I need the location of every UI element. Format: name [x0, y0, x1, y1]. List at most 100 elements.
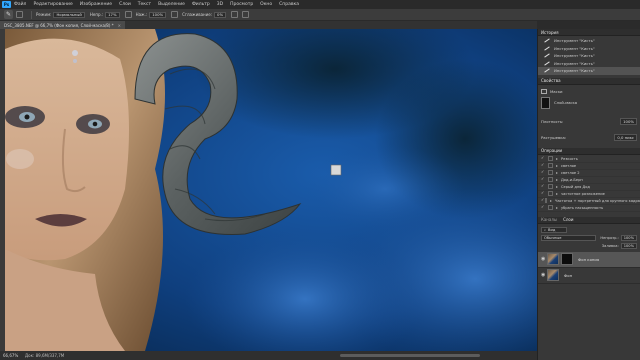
action-item[interactable]: Серый для Дод — [538, 183, 640, 191]
check-icon[interactable] — [541, 183, 545, 189]
check-icon[interactable] — [541, 169, 545, 175]
density-label: Плотность: — [541, 119, 564, 124]
tab-history[interactable]: История — [541, 30, 559, 35]
action-label: светлое — [561, 163, 577, 168]
menu-3d[interactable]: 3D — [217, 2, 223, 7]
expand-arrow-icon[interactable] — [556, 206, 558, 209]
tab-actions[interactable]: Операции — [541, 148, 562, 153]
status-bar: 66,67% Док: 89,6M/337,7M — [0, 351, 537, 360]
fill-label: Заливка: — [601, 243, 619, 248]
check-icon[interactable] — [541, 176, 545, 182]
document-canvas[interactable] — [5, 29, 537, 351]
expand-arrow-icon[interactable] — [549, 199, 552, 202]
layer-row[interactable]: ◉ Фон — [538, 268, 640, 284]
menu-select[interactable]: Выделение — [158, 2, 185, 7]
expand-arrow-icon[interactable] — [556, 157, 558, 160]
history-item[interactable]: Инструмент "Кисть" — [538, 45, 640, 53]
symmetry-icon[interactable] — [242, 11, 250, 18]
menu-help[interactable]: Справка — [279, 2, 299, 7]
blend-mode-select[interactable]: Обычные — [541, 234, 597, 241]
history-item-label: Инструмент "Кисть" — [554, 38, 595, 44]
layer-mask-thumbnail[interactable] — [561, 253, 573, 265]
expand-arrow-icon[interactable] — [556, 164, 558, 167]
expand-arrow-icon[interactable] — [556, 171, 558, 174]
layer-opacity-field[interactable]: 100% — [620, 234, 637, 241]
check-icon[interactable] — [541, 190, 545, 196]
dialog-toggle[interactable] — [544, 198, 547, 203]
dialog-toggle[interactable] — [548, 205, 553, 210]
history-item-active[interactable]: Инструмент "Кисть" — [538, 67, 640, 75]
opacity-field[interactable]: 17% — [105, 11, 120, 18]
menu-file[interactable]: Файл — [14, 2, 26, 7]
flow-field[interactable]: 100% — [149, 11, 167, 18]
close-icon[interactable]: × — [118, 23, 121, 28]
expand-arrow-icon[interactable] — [556, 185, 558, 188]
properties-panel: Маски Слой-маска Плотность: 100% Растуше… — [538, 85, 640, 142]
layer-name[interactable]: Фон копия — [578, 257, 599, 262]
action-item[interactable]: частотное разложение — [538, 190, 640, 198]
properties-kind: Маски — [550, 89, 563, 94]
horizontal-scrollbar[interactable] — [340, 354, 480, 357]
airbrush-icon[interactable] — [171, 11, 179, 18]
mask-thumbnail[interactable] — [541, 96, 550, 109]
layer-name[interactable]: Фон — [564, 273, 572, 278]
dialog-toggle[interactable] — [548, 170, 553, 175]
layer-fill-field[interactable]: 100% — [620, 242, 637, 249]
menu-view[interactable]: Просмотр — [230, 2, 253, 7]
action-item[interactable]: светлое 2 — [538, 169, 640, 177]
menu-window[interactable]: Окно — [260, 2, 272, 7]
search-icon: ⌕ — [544, 227, 547, 232]
action-item[interactable]: убрать насыщенность — [538, 204, 640, 212]
dialog-toggle[interactable] — [548, 184, 553, 189]
action-label: Дод-и-Берн — [561, 177, 583, 182]
history-item[interactable]: Инструмент "Кисть" — [538, 37, 640, 45]
check-icon[interactable] — [541, 162, 545, 168]
feather-label: Растушевка: — [541, 135, 567, 140]
dialog-toggle[interactable] — [548, 177, 553, 182]
layer-row[interactable]: ◉ Фон копия — [538, 251, 640, 268]
density-field[interactable]: 100% — [620, 118, 637, 125]
action-item[interactable]: Частотка + портретный для крупного кадра — [538, 197, 640, 205]
document-tab[interactable]: DSC_3805.NEF @ 66,7% (Фон копия, Слой-ма… — [0, 21, 126, 29]
menu-image[interactable]: Изображение — [80, 2, 112, 7]
tab-layers[interactable]: Слои — [563, 217, 573, 222]
menu-filter[interactable]: Фильтр — [192, 2, 210, 7]
menu-edit[interactable]: Редактирование — [33, 2, 72, 7]
feather-row: Растушевка: 0,0 пикс — [541, 134, 637, 142]
action-item[interactable]: светлое — [538, 162, 640, 170]
brush-preset-icon[interactable] — [16, 11, 23, 18]
tab-channels[interactable]: Каналы — [541, 217, 557, 222]
history-item-label: Инструмент "Кисть" — [554, 45, 595, 51]
settings-gear-icon[interactable] — [231, 11, 239, 18]
pressure-opacity-icon[interactable] — [124, 11, 132, 18]
brush-tool-icon[interactable]: ✎ — [4, 10, 13, 19]
layer-filter-select[interactable]: ⌕ Вид — [541, 226, 567, 233]
action-label: Резкость — [561, 156, 578, 161]
history-item-label: Инструмент "Кисть" — [554, 60, 595, 66]
check-icon[interactable] — [541, 155, 545, 161]
dialog-toggle[interactable] — [548, 156, 553, 161]
history-panel-header: История — [538, 29, 640, 36]
right-panels: История Инструмент "Кисть" Инструмент "К… — [537, 29, 640, 360]
mode-select[interactable]: Нормальный — [53, 11, 85, 18]
expand-arrow-icon[interactable] — [556, 178, 558, 181]
layer-thumbnail[interactable] — [547, 253, 559, 265]
check-icon[interactable] — [541, 204, 545, 210]
flow-label: Наж.: — [135, 12, 148, 17]
blend-row: Обычные Непрозр.: 100% — [541, 234, 637, 242]
zoom-readout[interactable]: 66,67% — [3, 353, 25, 358]
layer-thumbnail[interactable] — [547, 269, 559, 281]
dialog-toggle[interactable] — [548, 163, 553, 168]
feather-field[interactable]: 0,0 пикс — [614, 134, 637, 141]
tab-properties[interactable]: Свойства — [541, 78, 561, 83]
menu-text[interactable]: Текст — [138, 2, 151, 7]
action-item[interactable]: Дод-и-Берн — [538, 176, 640, 184]
history-item[interactable]: Инструмент "Кисть" — [538, 60, 640, 68]
history-item[interactable]: Инструмент "Кисть" — [538, 52, 640, 60]
expand-arrow-icon[interactable] — [556, 192, 558, 195]
check-icon[interactable] — [541, 197, 543, 203]
dialog-toggle[interactable] — [548, 191, 553, 196]
smoothing-field[interactable]: 0% — [214, 11, 227, 18]
menu-layers[interactable]: Слои — [119, 2, 131, 7]
action-item[interactable]: Резкость — [538, 155, 640, 163]
